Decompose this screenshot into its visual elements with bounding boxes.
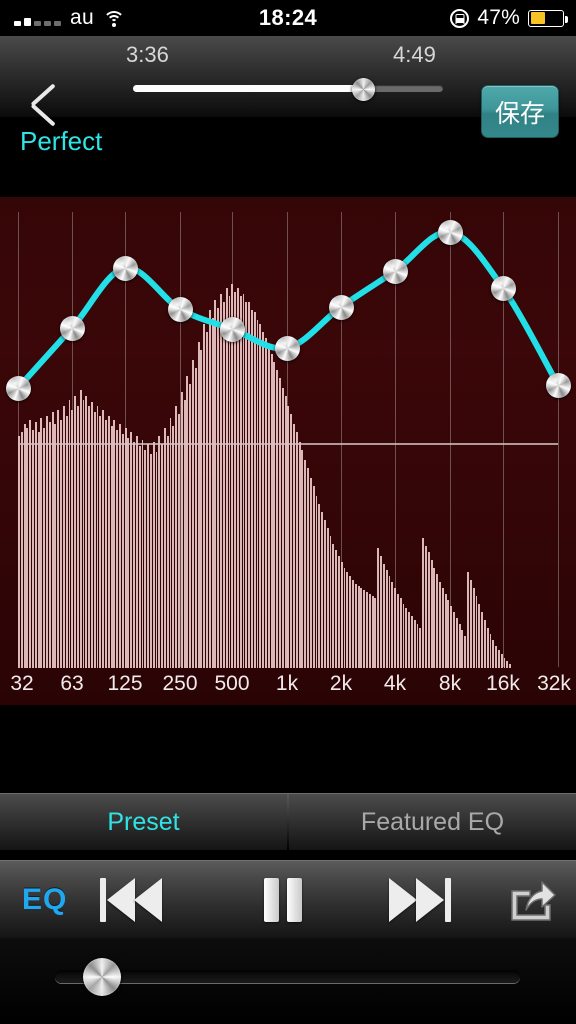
player-toolbar: EQ [0, 860, 576, 938]
tab-featured-eq[interactable]: Featured EQ [289, 794, 576, 850]
save-button[interactable]: 保存 [481, 85, 559, 138]
previous-track-icon[interactable] [100, 877, 162, 923]
elapsed-time-label: 3:36 [126, 42, 169, 67]
frequency-tick-label: 250 [162, 672, 198, 695]
eq-band-handle[interactable] [59, 315, 85, 341]
frequency-tick-label: 63 [60, 672, 84, 695]
frequency-tick-label: 2k [329, 672, 353, 695]
chevron-left-icon[interactable] [24, 86, 78, 128]
eq-band-handle[interactable] [274, 335, 300, 361]
eq-band-handle[interactable] [328, 294, 354, 320]
tab-bar: Preset Featured EQ [0, 793, 576, 851]
progress-knob[interactable] [352, 78, 376, 101]
volume-knob[interactable] [82, 958, 121, 996]
eq-band-handle[interactable] [219, 316, 245, 342]
eq-band-handle[interactable] [382, 258, 408, 284]
eq-band-handle[interactable] [112, 255, 138, 281]
eq-curve [15, 228, 561, 391]
eq-band-handle[interactable] [490, 275, 516, 301]
share-icon[interactable] [508, 877, 556, 923]
battery-icon [528, 9, 568, 27]
eq-curve-path [15, 228, 561, 391]
rotation-lock-icon [450, 8, 470, 28]
volume-track [55, 970, 520, 983]
eq-band-handle[interactable] [167, 296, 193, 322]
frequency-tick-label: 4k [383, 672, 407, 695]
preset-name-label: Perfect [20, 126, 103, 156]
frequency-tick-label: 1k [275, 672, 299, 695]
eq-band-handle[interactable] [545, 372, 571, 398]
equalizer-graph[interactable] [0, 197, 576, 705]
frequency-tick-label: 32 [10, 672, 34, 695]
eq-toggle-button[interactable]: EQ [22, 883, 67, 917]
total-time-label: 4:49 [393, 42, 436, 67]
eq-band-handle[interactable] [437, 219, 463, 245]
frequency-tick-label: 8k [438, 672, 462, 695]
status-bar: au 18:24 47% [0, 0, 576, 36]
navigation-bar: 3:36 4:49 保存 [0, 36, 576, 138]
battery-percent-label: 47% [477, 6, 520, 29]
status-bar-right: 47% [450, 6, 568, 30]
next-track-icon[interactable] [389, 877, 451, 923]
frequency-tick-label: 500 [214, 672, 250, 695]
frequency-axis: 32 63 125 250 500 1k 2k 4k 8k 16k 32k [0, 672, 576, 705]
frequency-tick-label: 32k [537, 672, 571, 695]
pause-icon[interactable] [264, 877, 302, 923]
frequency-tick-label: 125 [107, 672, 143, 695]
playback-progress-slider[interactable] [133, 78, 443, 101]
tab-preset[interactable]: Preset [0, 794, 287, 850]
volume-slider[interactable] [0, 938, 576, 1024]
progress-fill [133, 85, 364, 92]
eq-band-handle[interactable] [5, 375, 31, 401]
frequency-tick-label: 16k [486, 672, 520, 695]
